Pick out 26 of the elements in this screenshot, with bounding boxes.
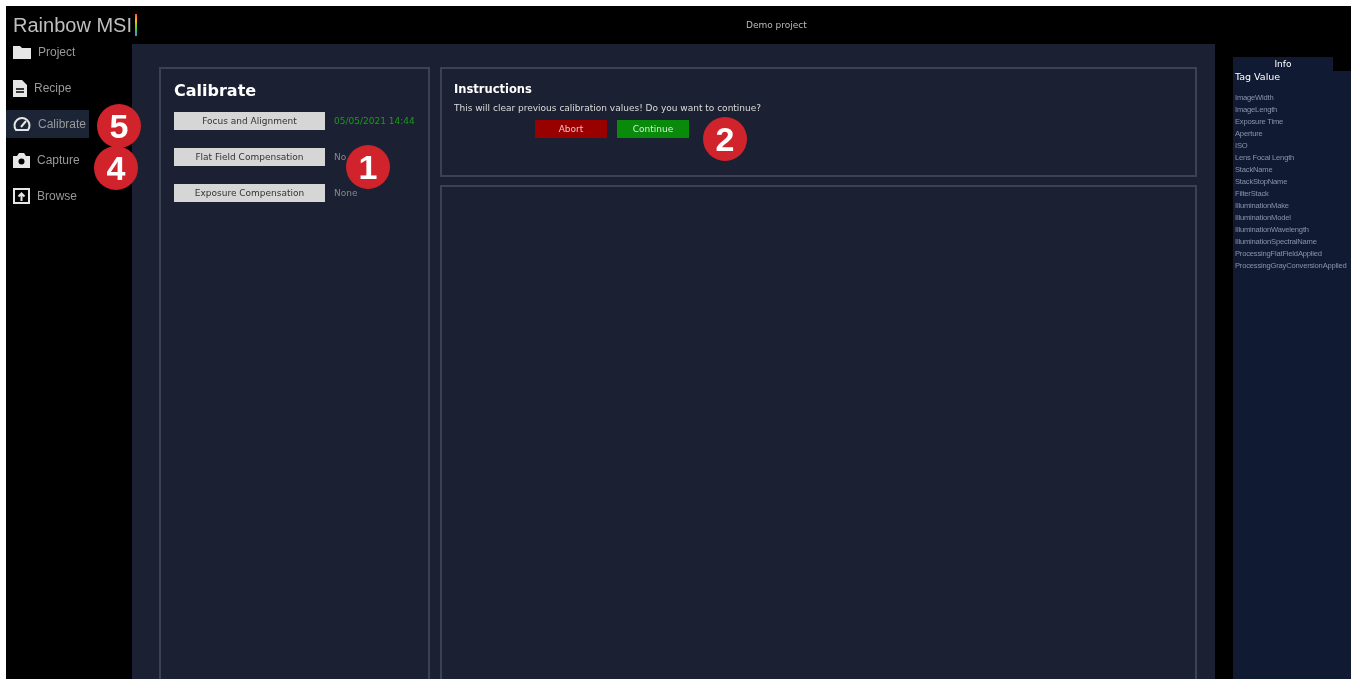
panel-title: Instructions <box>454 82 533 96</box>
calibration-step-button[interactable]: Flat Field Compensation <box>174 148 325 166</box>
abort-button[interactable]: Abort <box>535 120 607 138</box>
step-status: No <box>334 152 347 162</box>
calibration-step-button[interactable]: Exposure Compensation <box>174 184 325 202</box>
step-status: 05/05/2021 14:44 <box>334 116 415 126</box>
step-status: None <box>334 188 358 198</box>
sidebar-item[interactable]: Calibrate <box>6 110 90 138</box>
sidebar-item[interactable]: Browse <box>6 182 80 210</box>
sidebar-item[interactable]: Recipe <box>6 74 75 102</box>
instruction-message: This will clear previous calibration values! Do you want to continue? <box>454 103 763 113</box>
table-header: Tag Value <box>1234 71 1282 82</box>
browse-icon <box>13 188 30 204</box>
info-tab[interactable]: Info <box>1233 57 1333 71</box>
calibration-step-button[interactable]: Focus and Alignment <box>174 112 325 130</box>
folder-icon <box>13 45 31 59</box>
continue-button[interactable]: Continue <box>617 120 689 138</box>
app-title: Rainbow MSI <box>13 13 132 37</box>
project-title: Demo project <box>746 20 807 30</box>
sidebar-item[interactable]: Capture <box>6 146 83 174</box>
document-icon <box>13 79 27 97</box>
camera-icon <box>13 152 30 168</box>
gauge-icon <box>13 116 31 132</box>
sidebar-item[interactable]: Project <box>6 38 79 66</box>
panel-title: Calibrate <box>174 81 258 100</box>
logo-bar-icon <box>134 14 137 36</box>
